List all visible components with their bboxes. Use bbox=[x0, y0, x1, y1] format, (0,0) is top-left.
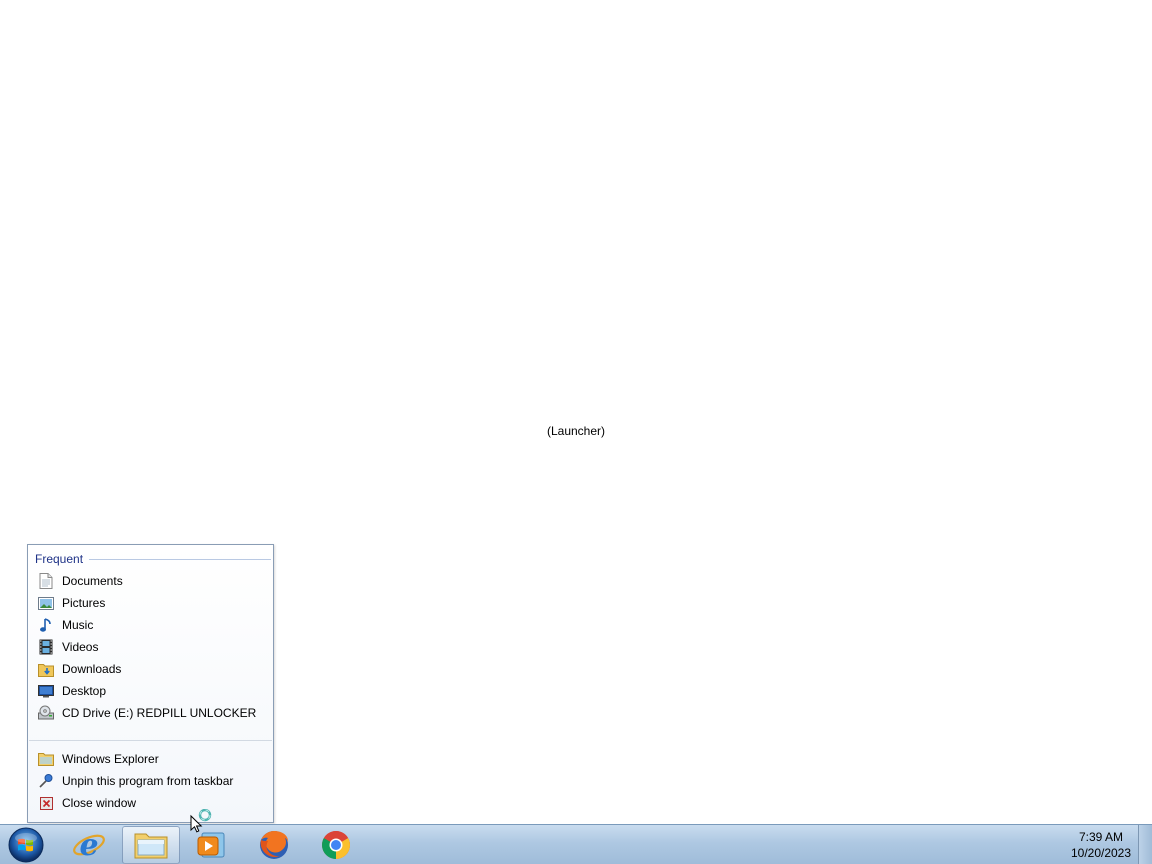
launcher-label: (Launcher) bbox=[546, 424, 606, 438]
taskbar-firefox[interactable] bbox=[245, 826, 303, 864]
jumplist-item-desktop[interactable]: Desktop bbox=[35, 681, 271, 701]
pictures-icon bbox=[38, 595, 54, 611]
music-icon bbox=[38, 617, 54, 633]
jumplist-item-label: Close window bbox=[62, 796, 137, 810]
windows-explorer-icon bbox=[134, 833, 168, 859]
windows-start-orb-icon bbox=[8, 827, 44, 863]
jumplist-task-unpin[interactable]: Unpin this program from taskbar bbox=[35, 771, 271, 791]
firefox-icon bbox=[260, 831, 289, 859]
system-clock[interactable]: 7:39 AM 10/20/2023 bbox=[1062, 829, 1140, 861]
internet-explorer-icon: e bbox=[73, 828, 105, 862]
jumplist-item-label: Windows Explorer bbox=[62, 752, 159, 766]
jumplist-task-windows-explorer[interactable]: Windows Explorer bbox=[35, 749, 271, 769]
jumplist-item-cd-drive[interactable]: CD Drive (E:) REDPILL UNLOCKER bbox=[35, 703, 271, 723]
tasks-divider bbox=[29, 740, 272, 741]
videos-icon bbox=[38, 639, 54, 655]
jumplist-item-label: Downloads bbox=[62, 662, 122, 676]
jumplist-task-close-window[interactable]: Close window bbox=[35, 793, 271, 813]
cd-drive-icon bbox=[38, 705, 54, 721]
clock-date: 10/20/2023 bbox=[1070, 846, 1132, 860]
jumplist-item-label: Unpin this program from taskbar bbox=[62, 774, 234, 788]
clock-time: 7:39 AM bbox=[1078, 830, 1124, 844]
jumplist-item-label: Pictures bbox=[62, 596, 106, 610]
close-icon bbox=[38, 795, 54, 811]
unpin-icon bbox=[38, 773, 54, 789]
frequent-section-title: Frequent bbox=[35, 552, 84, 566]
jumplist-item-label: CD Drive (E:) REDPILL UNLOCKER bbox=[62, 706, 257, 720]
taskbar-internet-explorer[interactable]: e bbox=[60, 826, 118, 864]
jumplist-item-pictures[interactable]: Pictures bbox=[35, 593, 271, 613]
explorer-jump-list: Frequent Documents Pictures Music Videos… bbox=[27, 544, 274, 823]
show-desktop-button[interactable] bbox=[1138, 825, 1152, 864]
taskbar-windows-explorer[interactable] bbox=[122, 826, 180, 864]
jumplist-item-label: Documents bbox=[62, 574, 123, 588]
taskbar: e 7:39 AM 10/20/2023 bbox=[0, 824, 1152, 864]
chrome-icon bbox=[322, 831, 350, 859]
section-divider bbox=[89, 558, 271, 560]
document-icon bbox=[38, 573, 54, 589]
folder-icon bbox=[38, 751, 54, 767]
frequent-section-header: Frequent bbox=[35, 551, 271, 567]
busy-cursor-icon bbox=[190, 809, 212, 833]
jumplist-item-downloads[interactable]: Downloads bbox=[35, 659, 271, 679]
start-button[interactable] bbox=[4, 826, 48, 864]
jumplist-item-label: Videos bbox=[62, 640, 99, 654]
jumplist-item-label: Desktop bbox=[62, 684, 107, 698]
jumplist-item-videos[interactable]: Videos bbox=[35, 637, 271, 657]
jumplist-item-label: Music bbox=[62, 618, 94, 632]
media-player-icon bbox=[197, 832, 225, 858]
downloads-folder-icon bbox=[38, 661, 54, 677]
desktop-icon bbox=[38, 683, 54, 699]
svg-text:e: e bbox=[79, 828, 98, 862]
taskbar-chrome[interactable] bbox=[307, 826, 365, 864]
jumplist-item-documents[interactable]: Documents bbox=[35, 571, 271, 591]
jumplist-item-music[interactable]: Music bbox=[35, 615, 271, 635]
